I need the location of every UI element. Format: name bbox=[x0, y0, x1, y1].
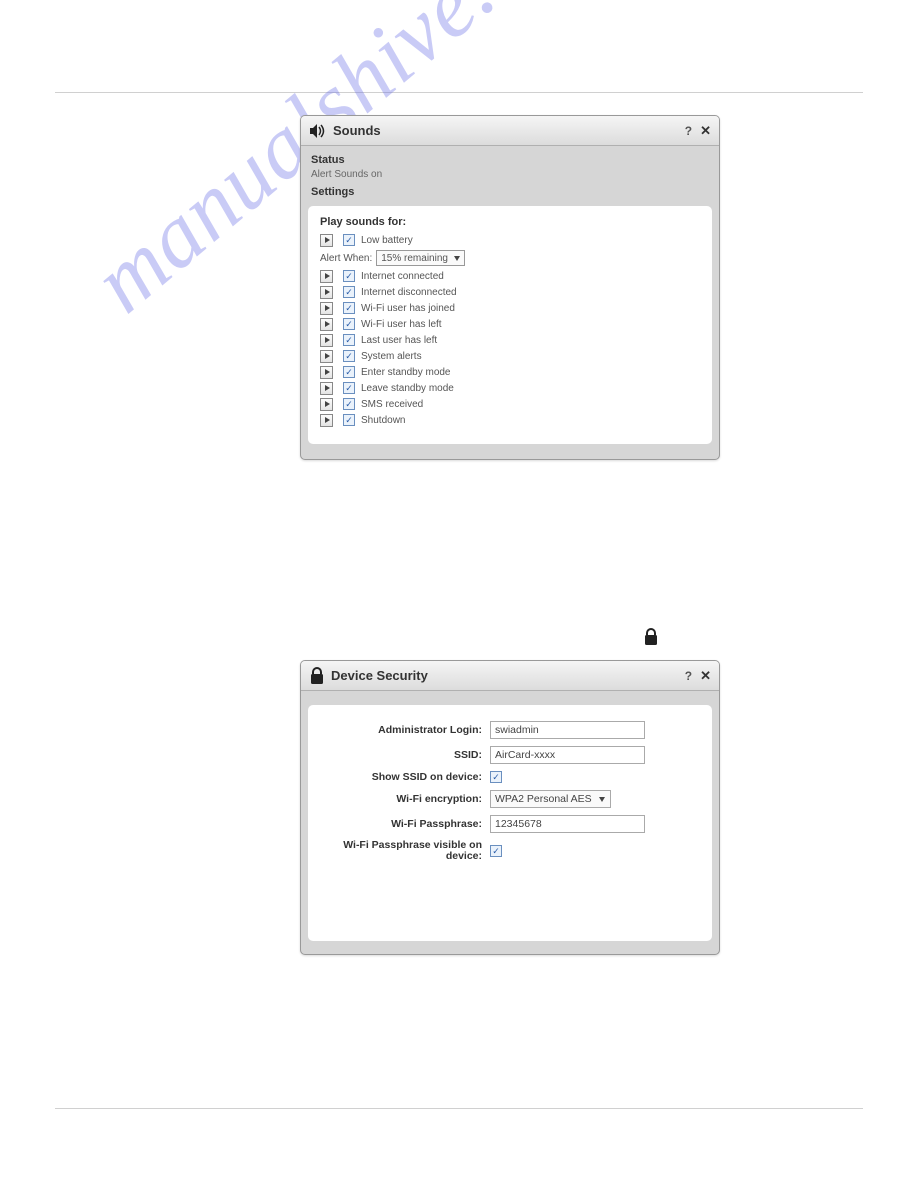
passphrase-visible-label: Wi-Fi Passphrase visible on device: bbox=[320, 840, 490, 862]
play-icon[interactable] bbox=[320, 286, 333, 299]
passphrase-input[interactable] bbox=[490, 815, 645, 833]
status-text: Alert Sounds on bbox=[311, 169, 709, 180]
admin-login-row: Administrator Login: bbox=[320, 721, 700, 739]
alert-when-label: Alert When: bbox=[320, 253, 372, 264]
play-icon[interactable] bbox=[320, 366, 333, 379]
sound-label: Enter standby mode bbox=[361, 367, 451, 378]
play-icon[interactable] bbox=[320, 398, 333, 411]
sounds-settings-box: Play sounds for: ✓ Low battery Alert Whe… bbox=[308, 206, 712, 444]
sound-row: ✓ Enter standby mode bbox=[320, 364, 700, 380]
show-ssid-checkbox[interactable]: ✓ bbox=[490, 771, 502, 783]
close-button[interactable]: ✕ bbox=[700, 668, 711, 684]
play-icon[interactable] bbox=[320, 302, 333, 315]
play-icon[interactable] bbox=[320, 414, 333, 427]
ssid-label: SSID: bbox=[320, 749, 490, 761]
passphrase-visible-checkbox[interactable]: ✓ bbox=[490, 845, 502, 857]
sound-label: Wi-Fi user has joined bbox=[361, 303, 455, 314]
sound-label: Internet connected bbox=[361, 271, 444, 282]
sound-label: Internet disconnected bbox=[361, 287, 457, 298]
checkbox[interactable]: ✓ bbox=[343, 398, 355, 410]
security-panel-title: Device Security bbox=[331, 668, 428, 683]
sound-row-low-battery: ✓ Low battery bbox=[320, 232, 700, 248]
sound-row: ✓ Internet connected bbox=[320, 268, 700, 284]
security-panel: Device Security ? ✕ Administrator Login:… bbox=[300, 660, 720, 955]
divider-top bbox=[55, 92, 863, 93]
checkbox[interactable]: ✓ bbox=[343, 318, 355, 330]
help-button[interactable]: ? bbox=[685, 124, 692, 138]
passphrase-visible-row: Wi-Fi Passphrase visible on device: ✓ bbox=[320, 840, 700, 862]
close-button[interactable]: ✕ bbox=[700, 123, 711, 139]
volume-icon bbox=[309, 123, 327, 139]
checkbox[interactable]: ✓ bbox=[343, 270, 355, 282]
sounds-panel-title: Sounds bbox=[333, 123, 381, 138]
sound-label: Last user has left bbox=[361, 335, 437, 346]
admin-login-input[interactable] bbox=[490, 721, 645, 739]
play-icon[interactable] bbox=[320, 270, 333, 283]
checkbox[interactable]: ✓ bbox=[343, 350, 355, 362]
sounds-panel: Sounds ? ✕ Status Alert Sounds on Settin… bbox=[300, 115, 720, 460]
settings-label: Settings bbox=[311, 186, 709, 198]
sounds-panel-header: Sounds ? ✕ bbox=[301, 116, 719, 146]
status-label: Status bbox=[311, 154, 709, 166]
sound-row: ✓ Internet disconnected bbox=[320, 284, 700, 300]
play-icon[interactable] bbox=[320, 318, 333, 331]
sound-row: ✓ SMS received bbox=[320, 396, 700, 412]
play-sounds-label: Play sounds for: bbox=[320, 216, 700, 228]
help-button[interactable]: ? bbox=[685, 669, 692, 683]
play-icon[interactable] bbox=[320, 382, 333, 395]
show-ssid-row: Show SSID on device: ✓ bbox=[320, 771, 700, 783]
play-icon[interactable] bbox=[320, 334, 333, 347]
sound-row: ✓ Wi-Fi user has joined bbox=[320, 300, 700, 316]
play-icon[interactable] bbox=[320, 350, 333, 363]
ssid-row: SSID: bbox=[320, 746, 700, 764]
admin-login-label: Administrator Login: bbox=[320, 724, 490, 736]
checkbox[interactable]: ✓ bbox=[343, 414, 355, 426]
passphrase-label: Wi-Fi Passphrase: bbox=[320, 818, 490, 830]
encryption-select[interactable]: WPA2 Personal AES bbox=[490, 790, 611, 808]
checkbox[interactable]: ✓ bbox=[343, 286, 355, 298]
encryption-label: Wi-Fi encryption: bbox=[320, 793, 490, 805]
sound-row: ✓ Shutdown bbox=[320, 412, 700, 428]
security-panel-header: Device Security ? ✕ bbox=[301, 661, 719, 691]
sounds-status-block: Status Alert Sounds on Settings bbox=[301, 146, 719, 200]
security-form-box: Administrator Login: SSID: Show SSID on … bbox=[308, 705, 712, 941]
play-icon[interactable] bbox=[320, 234, 333, 247]
checkbox[interactable]: ✓ bbox=[343, 234, 355, 246]
checkbox[interactable]: ✓ bbox=[343, 302, 355, 314]
sound-label: SMS received bbox=[361, 399, 423, 410]
show-ssid-label: Show SSID on device: bbox=[320, 771, 490, 783]
sound-label: Wi-Fi user has left bbox=[361, 319, 442, 330]
sound-row: ✓ Leave standby mode bbox=[320, 380, 700, 396]
sound-row: ✓ Wi-Fi user has left bbox=[320, 316, 700, 332]
sound-label: Shutdown bbox=[361, 415, 405, 426]
checkbox[interactable]: ✓ bbox=[343, 334, 355, 346]
checkbox[interactable]: ✓ bbox=[343, 382, 355, 394]
sound-label: Leave standby mode bbox=[361, 383, 454, 394]
alert-when-select[interactable]: 15% remaining bbox=[376, 250, 465, 266]
alert-when-row: Alert When: 15% remaining bbox=[320, 250, 700, 266]
sound-label: System alerts bbox=[361, 351, 422, 362]
lock-icon bbox=[309, 667, 325, 685]
sound-row: ✓ System alerts bbox=[320, 348, 700, 364]
sound-label: Low battery bbox=[361, 235, 413, 246]
lock-icon bbox=[643, 628, 659, 651]
ssid-input[interactable] bbox=[490, 746, 645, 764]
divider-bottom bbox=[55, 1108, 863, 1109]
sound-row: ✓ Last user has left bbox=[320, 332, 700, 348]
passphrase-row: Wi-Fi Passphrase: bbox=[320, 815, 700, 833]
checkbox[interactable]: ✓ bbox=[343, 366, 355, 378]
encryption-row: Wi-Fi encryption: WPA2 Personal AES bbox=[320, 790, 700, 808]
